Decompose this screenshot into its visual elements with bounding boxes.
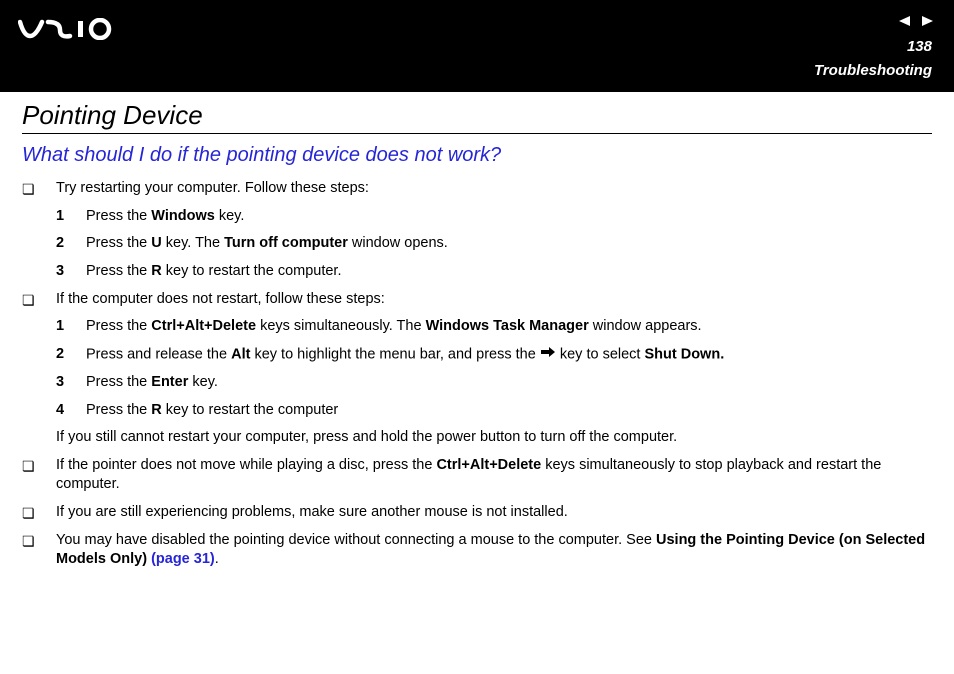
list-text: Press the U key. The Turn off computer w… [86, 234, 932, 254]
numbered-list: 1 Press the Windows key. 2 Press the U k… [56, 207, 932, 282]
list-text: Press the Windows key. [86, 207, 932, 227]
bullet-item: ❏ If you are still experiencing problems… [22, 503, 932, 523]
bullet-marker-icon: ❏ [22, 531, 56, 551]
list-number: 2 [56, 345, 86, 365]
nav-next-icon[interactable] [920, 14, 936, 28]
bullet-item: ❏ If the pointer does not move while pla… [22, 456, 932, 495]
list-item: 2 Press and release the Alt key to highl… [56, 345, 932, 365]
page-title: Pointing Device [22, 100, 932, 134]
nav-prev-icon[interactable] [896, 14, 912, 28]
bullet-marker-icon: ❏ [22, 503, 56, 523]
list-item: 1 Press the Windows key. [56, 207, 932, 227]
bullet-item: ❏ If the computer does not restart, foll… [22, 290, 932, 310]
bullet-text: If you are still experiencing problems, … [56, 503, 932, 523]
list-number: 3 [56, 373, 86, 393]
question-heading: What should I do if the pointing device … [22, 144, 932, 167]
bullet-text: If the computer does not restart, follow… [56, 290, 932, 310]
list-text: Press the Ctrl+Alt+Delete keys simultane… [86, 317, 932, 337]
note-text: If you still cannot restart your compute… [56, 428, 932, 448]
arrow-right-icon [540, 345, 556, 365]
page-link[interactable]: (page 31) [151, 551, 215, 567]
page-number: 138 [907, 38, 932, 55]
bullet-marker-icon: ❏ [22, 290, 56, 310]
list-item: 3 Press the R key to restart the compute… [56, 262, 932, 282]
header-bar: 138 Troubleshooting [0, 0, 954, 92]
bullet-text: If the pointer does not move while playi… [56, 456, 932, 495]
bullet-marker-icon: ❏ [22, 456, 56, 476]
list-number: 2 [56, 234, 86, 254]
bullet-text: Try restarting your computer. Follow the… [56, 179, 932, 199]
bullet-marker-icon: ❏ [22, 179, 56, 199]
vaio-logo [18, 18, 118, 45]
list-text: Press the Enter key. [86, 373, 932, 393]
list-item: 2 Press the U key. The Turn off computer… [56, 234, 932, 254]
bullet-item: ❏ Try restarting your computer. Follow t… [22, 179, 932, 199]
section-name: Troubleshooting [814, 62, 932, 79]
bullet-item: ❏ You may have disabled the pointing dev… [22, 531, 932, 570]
list-number: 3 [56, 262, 86, 282]
list-text: Press the R key to restart the computer. [86, 262, 932, 282]
content-area: Pointing Device What should I do if the … [0, 92, 954, 570]
list-number: 1 [56, 207, 86, 227]
bullet-text: You may have disabled the pointing devic… [56, 531, 932, 570]
list-text: Press the R key to restart the computer [86, 401, 932, 421]
nav-arrows [896, 14, 936, 28]
list-item: 1 Press the Ctrl+Alt+Delete keys simulta… [56, 317, 932, 337]
list-item: 4 Press the R key to restart the compute… [56, 401, 932, 421]
list-number: 1 [56, 317, 86, 337]
list-number: 4 [56, 401, 86, 421]
list-text: Press and release the Alt key to highlig… [86, 345, 932, 365]
list-item: 3 Press the Enter key. [56, 373, 932, 393]
numbered-list: 1 Press the Ctrl+Alt+Delete keys simulta… [56, 317, 932, 420]
